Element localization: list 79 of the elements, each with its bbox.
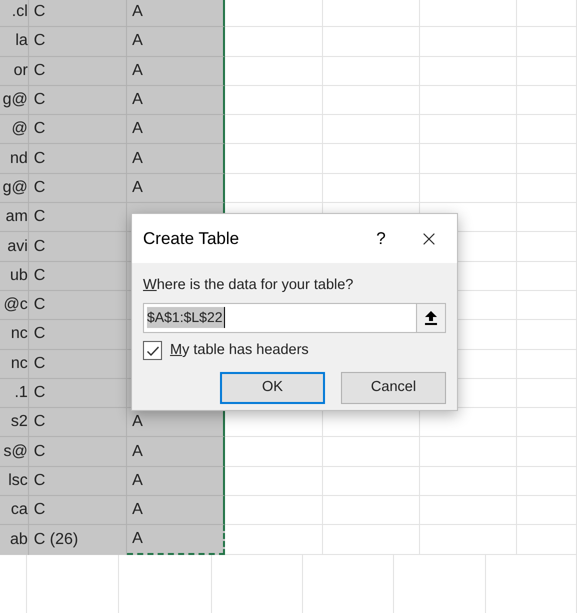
- empty-cell: [517, 262, 577, 291]
- table-cell: nd: [0, 144, 29, 174]
- empty-cell: [517, 56, 577, 86]
- table-cell: C: [28, 115, 128, 144]
- table-cell: @c: [0, 290, 29, 320]
- table-cell: C: [28, 262, 128, 291]
- range-label: Where is the data for your table?: [143, 276, 354, 295]
- table-cell: C: [28, 466, 128, 496]
- table-cell: s2: [0, 408, 29, 438]
- checkbox[interactable]: [143, 341, 162, 360]
- collapse-dialog-button[interactable]: [416, 304, 445, 332]
- table-cell: .cl: [0, 0, 29, 28]
- table-cell: ab: [0, 525, 29, 555]
- table-cell: s@: [0, 437, 29, 467]
- table-cell: A: [127, 174, 226, 204]
- empty-cell: [517, 27, 577, 57]
- empty-cell: [517, 174, 577, 204]
- range-field[interactable]: $A$1:$L$22: [143, 302, 446, 333]
- dialog-title: Create Table: [143, 228, 240, 250]
- empty-cell: [517, 408, 577, 438]
- table-cell: C: [28, 144, 128, 174]
- empty-cell: [517, 144, 577, 174]
- table-cell: C: [28, 174, 128, 204]
- dialog-button[interactable]: OK: [220, 372, 325, 404]
- empty-cell: [517, 290, 577, 320]
- table-cell: A: [127, 115, 226, 144]
- table-cell: nc: [0, 350, 29, 379]
- table-cell: .1: [0, 378, 29, 408]
- table-cell: or: [0, 56, 29, 86]
- empty-cell: [517, 437, 577, 467]
- table-cell: @: [0, 115, 29, 144]
- empty-cell: [517, 320, 577, 350]
- table-cell: g@: [0, 174, 29, 204]
- table-cell: am: [0, 203, 29, 232]
- table-cell: A: [127, 86, 226, 116]
- table-cell: g@: [0, 86, 29, 116]
- table-cell: C: [28, 496, 128, 526]
- table-cell: C: [28, 290, 128, 320]
- table-cell: C: [28, 86, 128, 116]
- table-cell: C: [28, 232, 128, 262]
- table-cell: avi: [0, 232, 29, 262]
- table-cell: C: [28, 378, 128, 408]
- empty-cell: [517, 115, 577, 144]
- table-cell: A: [127, 408, 226, 438]
- table-cell: A: [127, 466, 226, 496]
- table-cell: ub: [0, 262, 29, 291]
- table-cell: A: [127, 56, 226, 86]
- empty-cell: [517, 203, 577, 232]
- table-cell: ca: [0, 496, 29, 526]
- table-cell: la: [0, 27, 29, 57]
- upload-arrow-icon: [425, 310, 437, 325]
- table-cell: C: [28, 437, 128, 467]
- empty-cell: [517, 466, 577, 496]
- table-cell: A: [127, 0, 226, 28]
- table-cell: C: [28, 0, 128, 28]
- table-cell: lsc: [0, 466, 29, 496]
- table-cell: C: [28, 350, 128, 379]
- table-cell: C: [28, 27, 128, 57]
- table-cell: C: [28, 408, 128, 438]
- empty-cell: [517, 378, 577, 408]
- empty-cell: [517, 525, 577, 555]
- table-cell: nc: [0, 320, 29, 350]
- empty-cell: [517, 86, 577, 116]
- empty-cell: [517, 350, 577, 379]
- table-cell: A: [127, 525, 226, 555]
- empty-cell: [517, 232, 577, 262]
- table-cell: A: [127, 27, 226, 57]
- table-cell: A: [127, 144, 226, 174]
- table-cell: C: [28, 320, 128, 350]
- dialog-button[interactable]: Cancel: [341, 372, 446, 404]
- empty-cell: [517, 496, 577, 526]
- table-cell: A: [127, 496, 226, 526]
- checkbox-label: My table has headers: [170, 340, 309, 360]
- table-cell: C: [28, 56, 128, 86]
- help-button[interactable]: ?: [361, 224, 401, 254]
- table-cell: C: [28, 203, 128, 232]
- empty-cell: [517, 0, 577, 28]
- table-cell: A: [127, 437, 226, 467]
- table-cell: C (26): [28, 525, 128, 555]
